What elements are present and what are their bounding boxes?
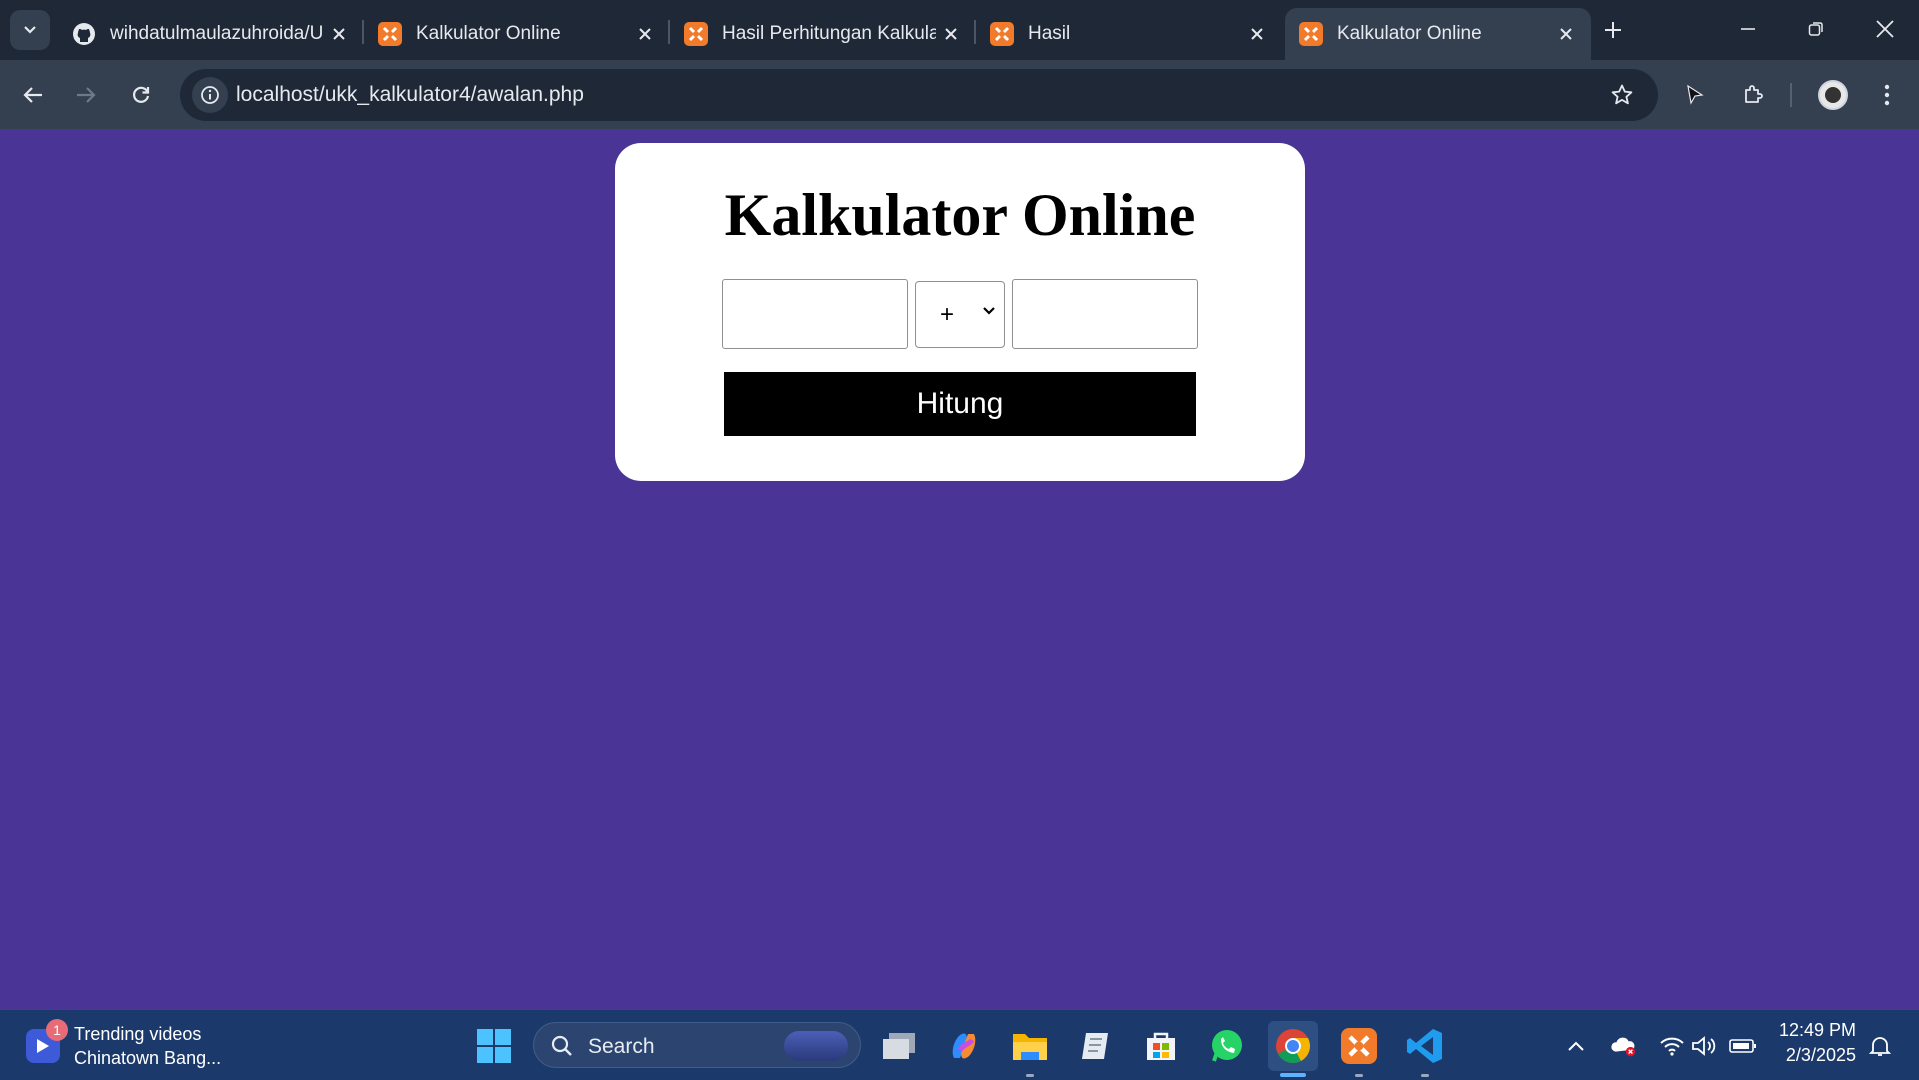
xampp-icon — [378, 22, 402, 46]
chevron-down-icon — [24, 26, 36, 34]
search-label: Search — [588, 1035, 655, 1058]
running-indicator — [1355, 1074, 1363, 1077]
system-clock[interactable]: 12:49 PM 2/3/2025 — [1770, 1018, 1856, 1068]
more-vertical-icon — [1884, 84, 1890, 106]
close-tab-icon[interactable] — [1551, 19, 1581, 49]
xampp-icon — [684, 22, 708, 46]
volume-icon[interactable] — [1690, 1032, 1718, 1060]
chevron-down-icon — [983, 307, 995, 315]
tab-kalkulator-online[interactable]: Kalkulator Online — [364, 8, 670, 60]
close-icon — [1876, 20, 1894, 38]
tab-hasil-perhitungan[interactable]: Hasil Perhitungan Kalkula — [670, 8, 976, 60]
taskbar-search-box[interactable]: Search — [533, 1022, 861, 1068]
profile-avatar[interactable] — [1818, 80, 1848, 110]
wifi-icon[interactable] — [1658, 1032, 1686, 1060]
page-title: Kalkulator Online — [724, 182, 1196, 248]
tab-hasil[interactable]: Hasil — [976, 8, 1282, 60]
file-explorer-icon[interactable] — [1005, 1021, 1055, 1077]
xampp-icon[interactable] — [1334, 1021, 1384, 1077]
tab-title: Kalkulator Online — [1337, 23, 1482, 44]
xampp-icon — [990, 22, 1014, 46]
browser-toolbar: localhost/ukk_kalkulator4/awalan.php — [0, 60, 1919, 129]
copilot-icon[interactable] — [939, 1021, 989, 1071]
windows-taskbar: 1 Trending videos Chinatown Bang... Sear… — [0, 1009, 1919, 1080]
notification-bell-icon[interactable] — [1866, 1032, 1894, 1060]
xampp-icon — [1299, 22, 1323, 46]
back-arrow-icon — [23, 87, 42, 103]
notification-badge: 1 — [46, 1019, 68, 1041]
close-tab-icon[interactable] — [936, 19, 966, 49]
windows-start-icon — [477, 1029, 511, 1063]
tab-title: Hasil — [1028, 23, 1071, 44]
clock-date: 2/3/2025 — [1785, 1045, 1856, 1065]
bookmark-star-icon[interactable] — [1608, 81, 1636, 109]
tab-title: wihdatulmaulazuhroida/U — [110, 23, 324, 44]
tab-strip: wihdatulmaulazuhroida/U Kalkulator Onlin… — [0, 0, 1919, 60]
restore-button[interactable] — [1788, 6, 1844, 52]
tab-kalkulator-online-active[interactable]: Kalkulator Online — [1285, 8, 1591, 60]
tab-github[interactable]: wihdatulmaulazuhroida/U — [58, 8, 364, 60]
tab-title: Kalkulator Online — [416, 23, 561, 44]
second-number-input[interactable] — [1012, 279, 1198, 349]
minimize-button[interactable] — [1720, 6, 1776, 52]
close-window-button[interactable] — [1857, 6, 1913, 52]
search-icon — [551, 1035, 572, 1056]
forward-arrow-icon — [77, 87, 96, 103]
hitung-button[interactable]: Hitung — [724, 372, 1196, 436]
extensions-puzzle-icon[interactable] — [1734, 76, 1772, 114]
info-icon — [201, 86, 219, 104]
minimize-icon — [1741, 28, 1755, 30]
reload-button[interactable] — [122, 76, 160, 114]
avatar-image — [1825, 87, 1841, 103]
forward-button[interactable] — [67, 76, 105, 114]
calculator-card: Kalkulator Online + Hitung — [615, 143, 1305, 481]
vscode-icon[interactable] — [1400, 1021, 1450, 1077]
running-indicator — [1026, 1074, 1034, 1077]
task-view-icon[interactable] — [874, 1021, 924, 1071]
close-tab-icon[interactable] — [630, 19, 660, 49]
close-tab-icon[interactable] — [324, 19, 354, 49]
running-indicator — [1421, 1074, 1429, 1077]
github-icon — [72, 22, 96, 46]
cursor-extension-icon[interactable] — [1676, 76, 1714, 114]
onedrive-error-icon[interactable] — [1610, 1032, 1638, 1060]
clock-time: 12:49 PM — [1778, 1020, 1856, 1040]
microsoft-store-icon[interactable] — [1136, 1021, 1186, 1071]
plus-icon — [1605, 22, 1621, 38]
widgets-news[interactable]: 1 Trending videos Chinatown Bang... — [26, 1018, 221, 1074]
widget-headline: Trending videos — [74, 1024, 202, 1044]
widget-subtitle: Chinatown Bang... — [74, 1048, 222, 1068]
url-text[interactable]: localhost/ukk_kalkulator4/awalan.php — [236, 83, 584, 107]
reload-icon — [133, 86, 150, 103]
browser-menu-button[interactable] — [1868, 76, 1906, 114]
restore-icon — [1808, 22, 1823, 36]
video-widget-icon: 1 — [26, 1019, 68, 1063]
chrome-icon[interactable] — [1268, 1021, 1318, 1077]
first-number-input[interactable] — [722, 279, 908, 349]
operator-selected-value: + — [940, 300, 955, 328]
tab-search-button[interactable] — [10, 10, 50, 50]
whatsapp-icon[interactable] — [1202, 1021, 1252, 1071]
show-hidden-icons-chevron-icon[interactable] — [1562, 1032, 1590, 1060]
notepad-icon[interactable] — [1070, 1021, 1120, 1071]
operator-select[interactable]: + — [915, 281, 1005, 348]
active-indicator — [1280, 1073, 1306, 1077]
battery-icon[interactable] — [1729, 1032, 1757, 1060]
new-tab-button[interactable] — [1595, 12, 1631, 48]
address-bar[interactable]: localhost/ukk_kalkulator4/awalan.php — [180, 69, 1658, 121]
search-highlight-image — [784, 1031, 848, 1061]
back-button[interactable] — [14, 76, 52, 114]
tab-title: Hasil Perhitungan Kalkula — [722, 23, 936, 44]
site-info-button[interactable] — [192, 77, 228, 113]
close-tab-icon[interactable] — [1242, 19, 1272, 49]
toolbar-divider — [1790, 83, 1792, 107]
start-button[interactable] — [469, 1021, 519, 1071]
page-content: Kalkulator Online + Hitung — [0, 129, 1919, 1009]
